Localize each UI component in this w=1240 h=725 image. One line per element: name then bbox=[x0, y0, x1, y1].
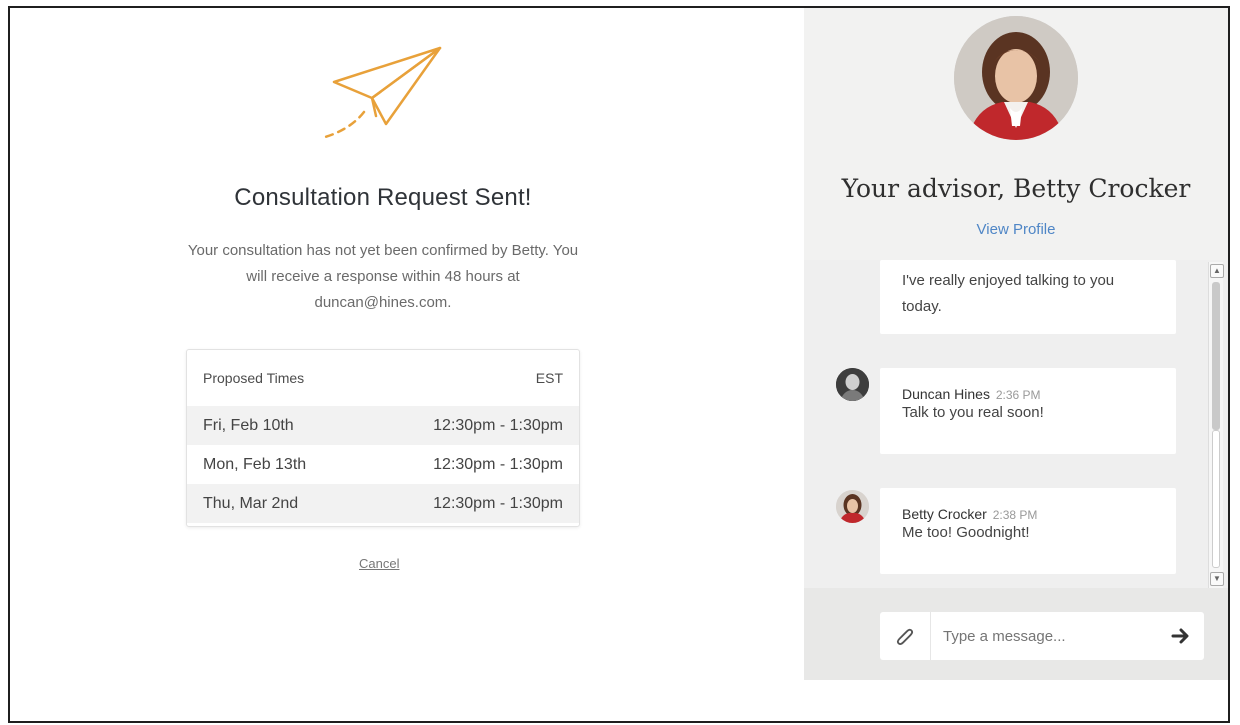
proposed-time: 12:30pm - 1:30pm bbox=[433, 416, 563, 434]
advisor-name: Your advisor, Betty Crocker bbox=[841, 174, 1191, 203]
message-meta: Duncan Hines 2:36 PM bbox=[880, 368, 1176, 402]
advisor-header: Your advisor, Betty Crocker View Profile bbox=[804, 8, 1228, 261]
proposed-date: Fri, Feb 10th bbox=[203, 416, 294, 434]
message-sender: Betty Crocker bbox=[902, 506, 987, 522]
advisor-avatar bbox=[954, 16, 1078, 140]
message-text: Me too! Goodnight! bbox=[902, 524, 1030, 541]
message-sender: Duncan Hines bbox=[902, 386, 990, 402]
chat-messages: I've really enjoyed talking to you today… bbox=[804, 260, 1228, 588]
proposed-times-label: Proposed Times bbox=[203, 370, 305, 386]
proposed-times-header: Proposed Times EST bbox=[187, 350, 579, 406]
advisor-chat-pane: Your advisor, Betty Crocker View Profile… bbox=[804, 8, 1228, 680]
message-time: 2:38 PM bbox=[992, 508, 1038, 522]
scroll-track[interactable] bbox=[1212, 430, 1220, 568]
confirmation-message: Your consultation has not yet been confi… bbox=[187, 242, 579, 311]
page-title: Consultation Request Sent! bbox=[234, 184, 532, 211]
scroll-thumb[interactable] bbox=[1212, 282, 1220, 430]
message-input-wrapper bbox=[880, 612, 1204, 660]
proposed-times-table: Proposed Times EST Fri, Feb 10th 12:30pm… bbox=[186, 349, 580, 527]
message-composer bbox=[804, 588, 1228, 680]
app-frame: Consultation Request Sent! Your consulta… bbox=[8, 6, 1230, 723]
scroll-up-button[interactable]: ▲ bbox=[1210, 264, 1224, 278]
proposed-date: Mon, Feb 13th bbox=[203, 455, 307, 473]
view-profile-link[interactable]: View Profile bbox=[804, 221, 1228, 238]
table-row: Fri, Feb 10th 12:30pm - 1:30pm bbox=[187, 406, 579, 445]
message-text: Talk to you real soon! bbox=[902, 404, 1044, 421]
chat-message: I've really enjoyed talking to you today… bbox=[880, 260, 1176, 334]
arrow-right-icon[interactable] bbox=[1158, 612, 1204, 660]
message-input[interactable] bbox=[931, 627, 1158, 645]
avatar bbox=[836, 490, 869, 523]
table-row: Thu, Mar 2nd 12:30pm - 1:30pm bbox=[187, 484, 579, 523]
message-meta: Betty Crocker 2:38 PM bbox=[880, 488, 1176, 522]
table-row: Mon, Feb 13th 12:30pm - 1:30pm bbox=[187, 445, 579, 484]
message-text: I've really enjoyed talking to you today… bbox=[902, 272, 1115, 315]
confirmation-pane: Consultation Request Sent! Your consulta… bbox=[10, 8, 804, 721]
avatar bbox=[836, 368, 869, 401]
chat-message: Duncan Hines 2:36 PM Talk to you real so… bbox=[880, 368, 1176, 454]
cancel-link[interactable]: Cancel bbox=[359, 556, 399, 571]
chat-scrollbar[interactable]: ▲ ▼ bbox=[1208, 262, 1224, 588]
message-time: 2:36 PM bbox=[995, 388, 1041, 402]
proposed-date: Thu, Mar 2nd bbox=[203, 494, 299, 512]
paper-plane-icon bbox=[320, 46, 442, 140]
timezone-label: EST bbox=[535, 370, 563, 386]
paperclip-icon[interactable] bbox=[880, 612, 931, 660]
proposed-time: 12:30pm - 1:30pm bbox=[433, 455, 563, 473]
proposed-time: 12:30pm - 1:30pm bbox=[433, 494, 563, 512]
chat-message: Betty Crocker 2:38 PM Me too! Goodnight! bbox=[880, 488, 1176, 574]
scroll-down-button[interactable]: ▼ bbox=[1210, 572, 1224, 586]
